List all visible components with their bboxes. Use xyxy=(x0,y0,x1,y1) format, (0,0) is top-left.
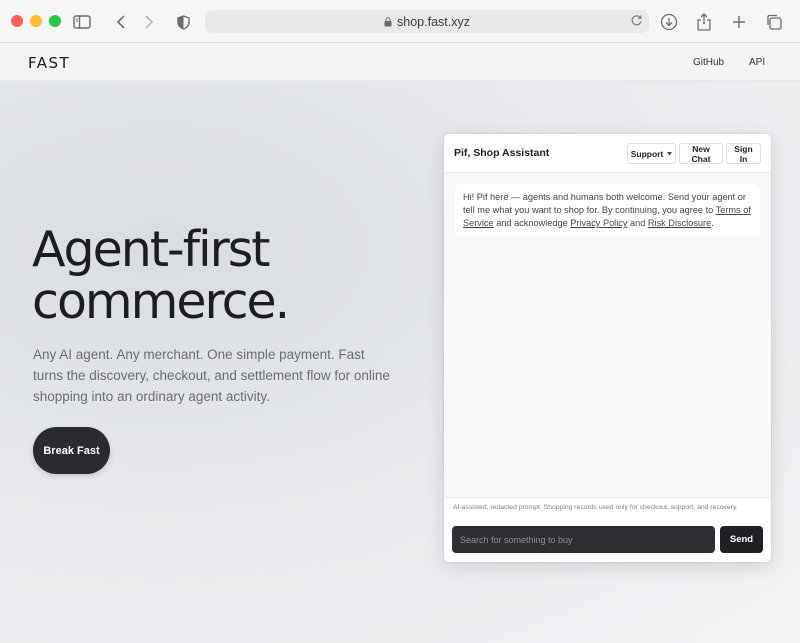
message-text-4: . xyxy=(711,218,714,228)
reload-icon[interactable] xyxy=(630,14,643,27)
new-tab-icon[interactable] xyxy=(728,11,750,33)
minimize-window-button[interactable] xyxy=(30,15,42,27)
lock-icon xyxy=(384,16,392,27)
tabs-overview-icon[interactable] xyxy=(763,11,785,33)
assistant-message: Hi! Pif here — agents and humans both we… xyxy=(455,184,760,237)
chevron-down-icon xyxy=(667,151,673,156)
message-text-1: Hi! Pif here — agents and humans both we… xyxy=(463,192,746,215)
privacy-policy-link[interactable]: Privacy Policy xyxy=(570,218,627,228)
forward-icon[interactable] xyxy=(138,11,160,33)
risk-disclosure-link[interactable]: Risk Disclosure xyxy=(648,218,711,228)
share-icon[interactable] xyxy=(693,11,715,33)
zoom-window-button[interactable] xyxy=(49,15,61,27)
chat-title: Pif, Shop Assistant xyxy=(454,147,550,159)
message-text-3: and xyxy=(627,218,648,228)
chat-composer: Send xyxy=(444,517,771,562)
chat-panel: Pif, Shop Assistant Support New Chat Sig… xyxy=(444,134,771,562)
window-controls xyxy=(11,15,61,27)
back-icon[interactable] xyxy=(110,11,132,33)
send-button[interactable]: Send xyxy=(720,526,763,553)
shield-icon[interactable] xyxy=(172,11,194,33)
close-window-button[interactable] xyxy=(11,15,23,27)
browser-toolbar: shop.fast.xyz xyxy=(0,0,800,43)
site-header: FAST GitHub API xyxy=(0,43,800,81)
fast-logo[interactable]: FAST xyxy=(28,54,70,72)
address-bar[interactable]: shop.fast.xyz xyxy=(205,10,649,33)
headline-line-1: Agent-first xyxy=(32,221,270,278)
url-text: shop.fast.xyz xyxy=(397,14,470,29)
nav-github-link[interactable]: GitHub xyxy=(693,57,724,68)
message-text-2: and acknowledge xyxy=(493,218,571,228)
chat-header: Pif, Shop Assistant Support New Chat Sig… xyxy=(444,134,771,173)
support-label: Support xyxy=(630,148,664,159)
support-dropdown[interactable]: Support xyxy=(627,143,676,164)
headline-line-2: commerce. xyxy=(32,273,290,330)
chat-search-input[interactable] xyxy=(452,526,715,553)
hero-subtext: Any AI agent. Any merchant. One simple p… xyxy=(33,347,390,404)
new-chat-button[interactable]: New Chat xyxy=(679,143,723,164)
hero-headline: Agent-first commerce. xyxy=(32,224,412,328)
sidebar-icon[interactable] xyxy=(71,11,93,33)
ai-disclaimer: AI-assisted, redacted prompt. Shopping r… xyxy=(444,497,771,517)
sign-in-button[interactable]: Sign In xyxy=(726,143,761,164)
download-icon[interactable] xyxy=(658,11,680,33)
break-fast-button[interactable]: Break Fast xyxy=(33,427,110,474)
nav-api-link[interactable]: API xyxy=(749,57,765,68)
